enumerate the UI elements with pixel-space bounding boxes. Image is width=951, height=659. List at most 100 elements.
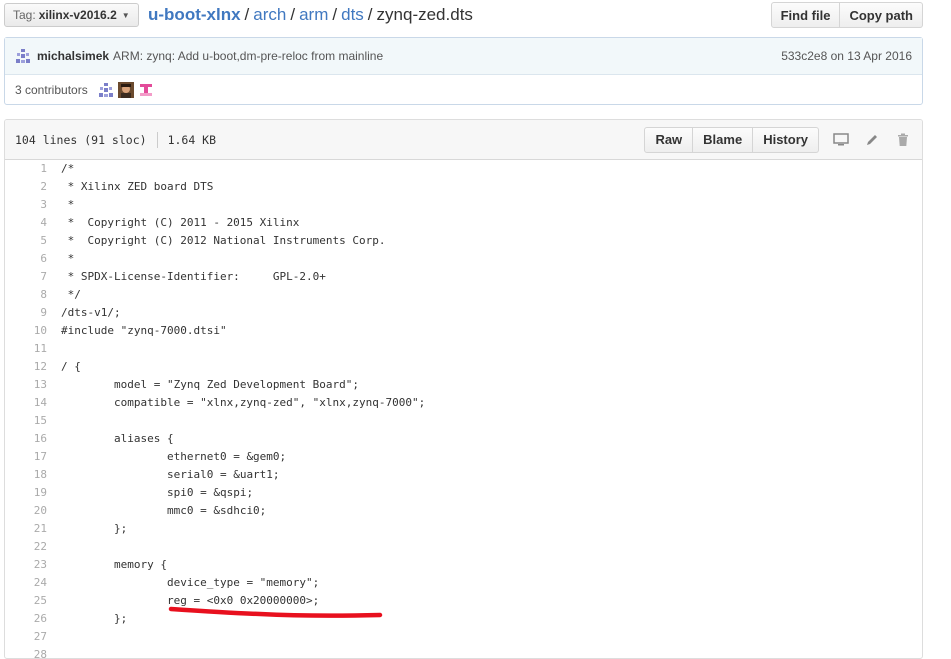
code-line: 22 — [5, 538, 922, 556]
line-number[interactable]: 13 — [5, 376, 47, 394]
avatar[interactable] — [137, 82, 154, 98]
code-line: 11 — [5, 340, 922, 358]
line-content: aliases { — [61, 432, 174, 445]
trash-icon[interactable] — [894, 131, 912, 149]
line-number[interactable]: 6 — [5, 250, 47, 268]
line-content: model = "Zynq Zed Development Board"; — [61, 378, 360, 391]
line-number[interactable]: 24 — [5, 574, 47, 592]
line-number[interactable]: 23 — [5, 556, 47, 574]
line-number[interactable]: 4 — [5, 214, 47, 232]
line-content: * Copyright (C) 2011 - 2015 Xilinx — [61, 216, 300, 229]
line-content: ethernet0 = &gem0; — [61, 450, 287, 463]
breadcrumb-current-file: zynq-zed.dts — [376, 5, 473, 24]
line-content: /* — [61, 162, 75, 175]
line-number[interactable]: 10 — [5, 322, 47, 340]
line-number[interactable]: 20 — [5, 502, 47, 520]
line-content: / { — [61, 360, 81, 373]
code-line: 12 / { — [5, 358, 922, 376]
line-number[interactable]: 5 — [5, 232, 47, 250]
line-number[interactable]: 21 — [5, 520, 47, 538]
line-content: }; — [61, 522, 128, 535]
line-content: #include "zynq-7000.dtsi" — [61, 324, 227, 337]
line-content — [47, 646, 61, 658]
line-number[interactable]: 8 — [5, 286, 47, 304]
code-line: 28 — [5, 646, 922, 658]
code-line: 26 }; — [5, 610, 922, 628]
line-content: mmc0 = &sdhci0; — [61, 504, 267, 517]
avatar[interactable] — [98, 82, 114, 98]
breadcrumb-repo-link[interactable]: u-boot-xlnx — [148, 5, 241, 24]
line-number[interactable]: 16 — [5, 430, 47, 448]
file-header: 104 lines (91 sloc) 1.64 KB Raw Blame Hi… — [5, 120, 922, 160]
commit-tease: michalsimek ARM: zynq: Add u-boot,dm-pre… — [4, 37, 923, 105]
code-line: 16 aliases { — [5, 430, 922, 448]
line-number[interactable]: 11 — [5, 340, 47, 358]
contributors-count[interactable]: 3 contributors — [15, 83, 88, 97]
code-line: 13 model = "Zynq Zed Development Board"; — [5, 376, 922, 394]
line-number[interactable]: 28 — [5, 646, 47, 658]
line-number[interactable]: 26 — [5, 610, 47, 628]
line-number[interactable]: 17 — [5, 448, 47, 466]
copy-path-button[interactable]: Copy path — [840, 2, 923, 28]
line-number[interactable]: 27 — [5, 628, 47, 646]
code-line: 21 }; — [5, 520, 922, 538]
code-line: 4 * Copyright (C) 2011 - 2015 Xilinx — [5, 214, 922, 232]
line-content: * Xilinx ZED board DTS — [61, 180, 214, 193]
code-line: 15 — [5, 412, 922, 430]
pencil-icon[interactable] — [863, 131, 881, 149]
commit-message-link[interactable]: ARM: zynq: Add u-boot,dm-pre-reloc from … — [113, 49, 383, 63]
breadcrumb-link-dts[interactable]: dts — [341, 5, 364, 24]
line-number[interactable]: 22 — [5, 538, 47, 556]
file-navigation: Tag: xilinx-v2016.2 ▼ u-boot-xlnx / arch / a… — [0, 0, 951, 30]
branch-tag-selector[interactable]: Tag: xilinx-v2016.2 ▼ — [4, 3, 139, 27]
code-line: 24 device_type = "memory"; — [5, 574, 922, 592]
line-number[interactable]: 25 — [5, 592, 47, 610]
line-number[interactable]: 14 — [5, 394, 47, 412]
code-line: 19 spi0 = &qspi; — [5, 484, 922, 502]
breadcrumb-separator: / — [367, 5, 373, 24]
line-number[interactable]: 9 — [5, 304, 47, 322]
line-content — [47, 412, 61, 430]
raw-button[interactable]: Raw — [644, 126, 694, 153]
code-line: 25 reg = <0x0 0x20000000>; — [5, 592, 922, 610]
file-nav-buttons: Find file Copy path — [770, 2, 923, 28]
line-number[interactable]: 2 — [5, 178, 47, 196]
code-line: 14 compatible = "xlnx,zynq-zed", "xlnx,z… — [5, 394, 922, 412]
file-line-count: 104 lines (91 sloc) — [15, 132, 147, 147]
line-number[interactable]: 15 — [5, 412, 47, 430]
commit-meta: 533c2e8 on 13 Apr 2016 — [781, 49, 912, 63]
desktop-icon[interactable] — [832, 131, 850, 149]
code-line: 7 * SPDX-License-Identifier: GPL-2.0+ — [5, 268, 922, 286]
breadcrumb-link-arch[interactable]: arch — [253, 5, 286, 24]
line-content — [47, 340, 61, 358]
file-view-buttons: Raw Blame History — [644, 126, 819, 153]
line-content: device_type = "memory"; — [61, 576, 320, 589]
line-number[interactable]: 19 — [5, 484, 47, 502]
contributors: 3 contributors — [5, 75, 922, 105]
code-line: 10 #include "zynq-7000.dtsi" — [5, 322, 922, 340]
divider — [156, 131, 158, 148]
line-number[interactable]: 18 — [5, 466, 47, 484]
line-content: memory { — [61, 558, 167, 571]
code-line: 23 memory { — [5, 556, 922, 574]
line-number[interactable]: 1 — [5, 160, 47, 178]
breadcrumb-link-arm[interactable]: arm — [299, 5, 328, 24]
commit-author-link[interactable]: michalsimek — [37, 49, 109, 63]
line-number[interactable]: 12 — [5, 358, 47, 376]
find-file-button[interactable]: Find file — [770, 2, 841, 28]
code-line: 8 */ — [5, 286, 922, 304]
blame-button[interactable]: Blame — [693, 126, 754, 153]
line-content: */ — [61, 288, 81, 301]
code-line: 9/dts-v1/; — [5, 304, 922, 322]
commit-sha-link[interactable]: 533c2e8 — [781, 49, 827, 63]
code-line: 20 mmc0 = &sdhci0; — [5, 502, 922, 520]
avatar[interactable] — [117, 82, 134, 98]
line-number[interactable]: 3 — [5, 196, 47, 214]
breadcrumb: u-boot-xlnx / arch / arm / dts / zynq-zed.dts — [148, 5, 473, 25]
code-line: 3 * — [5, 196, 922, 214]
line-number[interactable]: 7 — [5, 268, 47, 286]
avatar[interactable] — [15, 48, 31, 64]
code-line: 5 * Copyright (C) 2012 National Instrume… — [5, 232, 922, 250]
history-button[interactable]: History — [753, 126, 819, 153]
line-content: * — [61, 198, 75, 211]
